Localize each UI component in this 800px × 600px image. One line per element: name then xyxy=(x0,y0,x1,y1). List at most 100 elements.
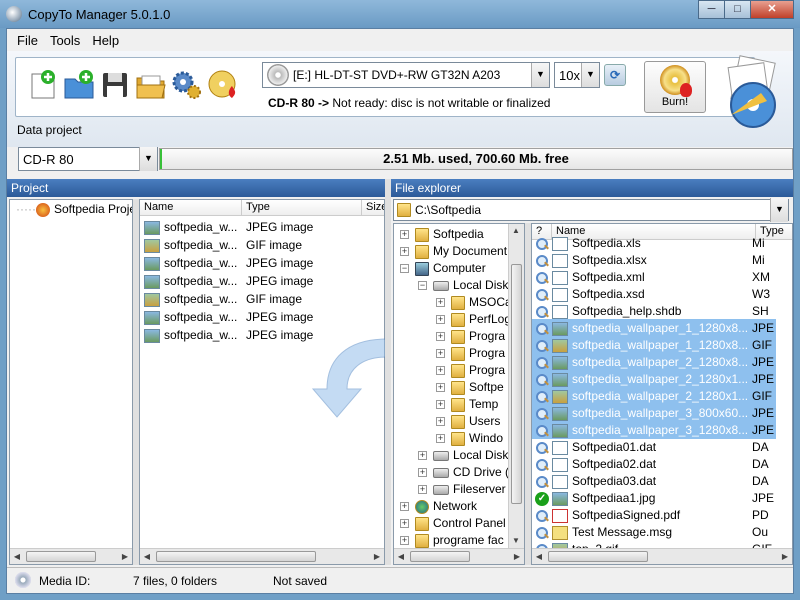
tree-expander[interactable]: + xyxy=(418,485,427,495)
tree-expander[interactable]: + xyxy=(436,349,445,359)
tree-item[interactable]: + Softpedia xyxy=(400,225,484,243)
burn-button[interactable]: Burn! xyxy=(644,61,706,113)
explorer-file-row[interactable]: softpedia_wallpaper_3_800x60... JPE xyxy=(532,404,776,422)
tree-item[interactable]: + Progra xyxy=(436,327,505,345)
path-select[interactable]: C:\Softpedia ▼ xyxy=(393,198,789,222)
tree-item[interactable]: + Users xyxy=(436,412,500,430)
tree-expander[interactable]: − xyxy=(400,264,409,274)
explorer-file-row[interactable]: Softpedia01.dat DA xyxy=(532,438,776,456)
minimize-button[interactable]: ─ xyxy=(698,0,725,19)
tree-item[interactable]: + MSOCa xyxy=(436,293,512,311)
drive-select[interactable]: [E:] HL-DT-ST DVD+-RW GT32N A203 ▼ xyxy=(262,62,550,88)
horizontal-scrollbar[interactable]: ◀ ▶ xyxy=(532,548,792,564)
close-button[interactable]: ✕ xyxy=(750,0,794,19)
tree-item[interactable]: + My Document xyxy=(400,242,507,260)
explorer-file-row[interactable]: Softpedia.xlsx Mi xyxy=(532,251,776,269)
file-name: softpedia_wallpaper_2_1280x1... xyxy=(572,372,749,386)
explorer-file-row[interactable]: Test Message.msg Ou xyxy=(532,523,776,541)
explorer-file-row[interactable]: Softpedia.xls Mi xyxy=(532,234,776,252)
jpeg-icon xyxy=(552,372,568,387)
horizontal-scrollbar[interactable]: ◀ ▶ xyxy=(140,548,384,564)
tree-expander[interactable]: + xyxy=(400,230,409,240)
project-file-row[interactable]: softpedia_w... GIF image xyxy=(144,290,384,308)
add-folder-icon[interactable] xyxy=(62,68,96,102)
menu-help[interactable]: Help xyxy=(86,31,125,50)
explorer-file-row[interactable]: Softpedia.xsd W3 xyxy=(532,285,776,303)
explorer-file-row[interactable]: softpedia_wallpaper_2_1280x1... GIF xyxy=(532,387,776,405)
vertical-scrollbar[interactable]: ▲ ▼ xyxy=(508,224,524,548)
tree-expander[interactable]: + xyxy=(400,502,409,512)
tree-expander[interactable]: + xyxy=(436,332,445,342)
tree-item[interactable]: + Network xyxy=(400,497,477,515)
chevron-down-icon[interactable]: ▼ xyxy=(581,63,599,87)
tree-item[interactable]: + Control Panel xyxy=(400,514,506,532)
speed-select[interactable]: 10x ▼ xyxy=(554,62,600,88)
tree-expander[interactable]: + xyxy=(400,519,409,529)
explorer-file-row[interactable]: Softpedia_help.shdb SH xyxy=(532,302,776,320)
explorer-file-row[interactable]: softpedia_wallpaper_1_1280x8... GIF xyxy=(532,336,776,354)
explorer-file-row[interactable]: softpedia_wallpaper_2_1280x8... JPE xyxy=(532,353,776,371)
tree-expander[interactable]: + xyxy=(436,383,445,393)
project-file-row[interactable]: softpedia_w... JPEG image xyxy=(144,308,384,326)
disc-usage-text: 2.51 Mb. used, 700.60 Mb. free xyxy=(383,151,569,166)
tree-item[interactable]: + Fileserver ( xyxy=(418,480,513,498)
explorer-file-row[interactable]: softpedia_wallpaper_1_1280x8... JPE xyxy=(532,319,776,337)
main-splitter[interactable] xyxy=(385,179,391,565)
project-file-row[interactable]: softpedia_w... JPEG image xyxy=(144,254,384,272)
open-folder-icon[interactable] xyxy=(134,68,168,102)
tree-expander[interactable]: + xyxy=(436,315,445,325)
tree-expander[interactable]: + xyxy=(418,468,427,478)
explorer-pane-header: File explorer xyxy=(391,179,793,197)
tree-expander[interactable]: + xyxy=(436,298,445,308)
save-icon[interactable] xyxy=(98,68,132,102)
chevron-down-icon[interactable]: ▼ xyxy=(770,198,788,222)
tree-item[interactable]: − Computer xyxy=(400,259,486,277)
menu-file[interactable]: File xyxy=(11,31,44,50)
project-file-row[interactable]: softpedia_w... JPEG image xyxy=(144,272,384,290)
explorer-file-row[interactable]: Softpedia.xml XM xyxy=(532,268,776,286)
tree-item[interactable]: + Temp xyxy=(436,395,498,413)
tree-item[interactable]: + Progra xyxy=(436,344,505,362)
disc-burn-icon[interactable] xyxy=(206,68,240,102)
tree-item[interactable]: + Local Disk xyxy=(418,446,508,464)
tree-expander[interactable]: + xyxy=(436,366,445,376)
tree-expander[interactable]: + xyxy=(436,434,445,444)
chevron-down-icon[interactable]: ▼ xyxy=(531,63,549,87)
tree-expander[interactable]: + xyxy=(400,536,409,546)
tree-expander[interactable]: + xyxy=(400,247,409,257)
tree-expander[interactable]: + xyxy=(436,417,445,427)
explorer-file-row[interactable]: softpedia_wallpaper_2_1280x1... JPE xyxy=(532,370,776,388)
explorer-file-row[interactable]: ✓ Softpediaa1.jpg JPE xyxy=(532,489,776,507)
column-type[interactable]: Type xyxy=(242,200,362,216)
tree-expander[interactable]: + xyxy=(436,400,445,410)
explorer-file-row[interactable]: Softpedia02.dat DA xyxy=(532,455,776,473)
tree-item[interactable]: + programe fac xyxy=(400,531,504,549)
refresh-button[interactable]: ⟳ xyxy=(604,64,626,86)
media-id-label: Media ID: xyxy=(39,574,91,588)
file-name: softpedia_wallpaper_2_1280x1... xyxy=(572,389,749,403)
tree-item[interactable]: − Local Disk xyxy=(418,276,508,294)
column-size[interactable]: Size xyxy=(362,200,384,216)
horizontal-scrollbar[interactable]: ◀ ▶ xyxy=(394,548,524,564)
maximize-button[interactable]: □ xyxy=(724,0,751,19)
tree-expander[interactable]: − xyxy=(418,281,427,291)
tree-item[interactable]: + Softpe xyxy=(436,378,504,396)
settings-icon[interactable] xyxy=(170,68,204,102)
new-project-icon[interactable] xyxy=(26,68,60,102)
tree-item[interactable]: + Windo xyxy=(436,429,503,447)
chevron-down-icon[interactable]: ▼ xyxy=(139,147,157,171)
explorer-file-row[interactable]: SoftpediaSigned.pdf PD xyxy=(532,506,776,524)
project-file-row[interactable]: softpedia_w... GIF image xyxy=(144,236,384,254)
explorer-file-row[interactable]: Softpedia03.dat DA xyxy=(532,472,776,490)
tree-item[interactable]: + Progra xyxy=(436,361,505,379)
project-file-row[interactable]: softpedia_w... JPEG image xyxy=(144,218,384,236)
tree-item[interactable]: + PerfLog xyxy=(436,310,511,328)
column-name[interactable]: Name xyxy=(140,200,242,216)
explorer-file-row[interactable]: softpedia_wallpaper_3_1280x8... JPE xyxy=(532,421,776,439)
project-tree-root[interactable]: ····· Softpedia Proje xyxy=(16,200,132,218)
tree-item[interactable]: + CD Drive (E xyxy=(418,463,517,481)
horizontal-scrollbar[interactable]: ◀ ▶ xyxy=(10,548,132,564)
tree-expander[interactable]: + xyxy=(418,451,427,461)
menu-tools[interactable]: Tools xyxy=(44,31,86,50)
disc-type-select[interactable]: CD-R 80 ▼ xyxy=(18,147,158,171)
